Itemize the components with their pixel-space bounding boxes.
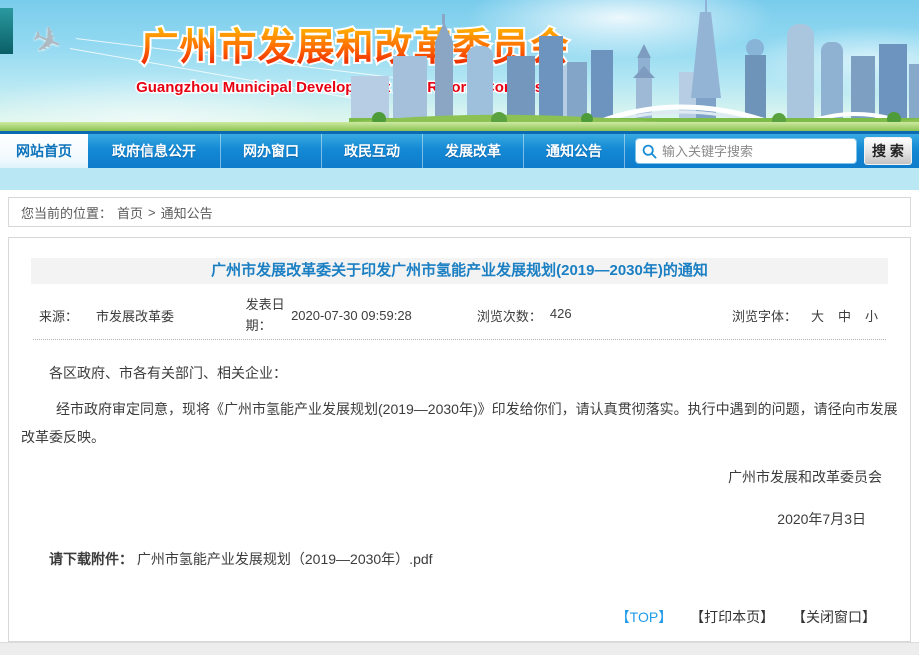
attachment-row: 请下载附件： 广州市氢能产业发展规划（2019—2030年）.pdf [21,549,898,569]
search-icon [642,144,657,159]
breadcrumb: 您当前的位置： 首页 > 通知公告 [8,197,911,227]
search-area: 搜 索 [635,134,919,168]
nav-tab-home[interactable]: 网站首页 [0,134,88,168]
meta-source-label: 来源： [39,306,78,325]
breadcrumb-current-link[interactable]: 通知公告 [161,203,213,222]
attachment-link[interactable]: 广州市氢能产业发展规划（2019—2030年）.pdf [137,551,433,567]
meta-views: 浏览次数： 426 [477,306,732,325]
meta-date-value: 2020-07-30 09:59:28 [291,308,477,323]
meta-source: 来源： 市发展改革委 [33,306,246,325]
nav-sub-strip [0,168,919,190]
article-meta: 来源： 市发展改革委 发表日期： 2020-07-30 09:59:28 浏览次… [33,292,886,340]
font-size-medium[interactable]: 中 [838,306,851,325]
page-bottom-strip [0,642,919,655]
nav-tab-online-window[interactable]: 网办窗口 [221,134,322,168]
article-signature: 广州市发展和改革委员会 [9,467,882,487]
page: ✈ 广州市发展和改革委员会 Guangzhou Municipal Develo… [0,0,919,657]
nav-tab-notices[interactable]: 通知公告 [524,134,625,168]
meta-views-label: 浏览次数： [477,306,542,325]
article-title: 广州市发展改革委关于印发广州市氢能产业发展规划(2019—2030年)的通知 [31,258,888,284]
article-footer-links: 【TOP】 【打印本页】 【关闭窗口】 [9,607,910,627]
search-box [635,138,857,164]
main-nav: 网站首页 政府信息公开 网办窗口 政民互动 发展改革 通知公告 搜 索 [0,131,919,168]
article-paragraph: 经市政府审定同意，现将《广州市氢能产业发展规划(2019—2030年)》印发给你… [21,396,898,451]
font-size-small[interactable]: 小 [865,306,878,325]
banner-left-decoration [0,8,13,54]
breadcrumb-home-link[interactable]: 首页 [117,203,143,222]
breadcrumb-prefix: 您当前的位置： [21,203,112,222]
attachment-label: 请下载附件： [49,551,133,567]
meta-font-label: 浏览字体： [732,306,797,325]
close-window-link[interactable]: 【关闭窗口】 [792,609,876,625]
article-salutation: 各区政府、市各有关部门、相关企业： [21,362,898,384]
meta-views-value: 426 [550,306,572,325]
print-page-link[interactable]: 【打印本页】 [690,609,774,625]
top-link[interactable]: 【TOP】 [616,609,673,625]
nav-tab-development[interactable]: 发展改革 [423,134,524,168]
city-skyline-illustration [349,0,919,131]
meta-font-switcher: 浏览字体： 大 中 小 [732,306,886,325]
article-panel: 广州市发展改革委关于印发广州市氢能产业发展规划(2019—2030年)的通知 来… [8,237,911,642]
search-input[interactable] [660,140,852,162]
nav-tab-gov-info[interactable]: 政府信息公开 [88,134,221,168]
search-button[interactable]: 搜 索 [864,137,912,165]
article-sign-date: 2020年7月3日 [9,509,866,529]
site-banner: ✈ 广州市发展和改革委员会 Guangzhou Municipal Develo… [0,0,919,131]
meta-date-label: 发表日期： [246,295,291,337]
breadcrumb-separator: > [148,205,156,220]
grass-strip [0,122,919,131]
nav-tab-interaction[interactable]: 政民互动 [322,134,423,168]
font-size-large[interactable]: 大 [811,306,824,325]
article-body: 各区政府、市各有关部门、相关企业： 经市政府审定同意，现将《广州市氢能产业发展规… [9,340,910,569]
airplane-glyph: ✈ [25,16,69,66]
meta-source-value: 市发展改革委 [96,306,174,325]
